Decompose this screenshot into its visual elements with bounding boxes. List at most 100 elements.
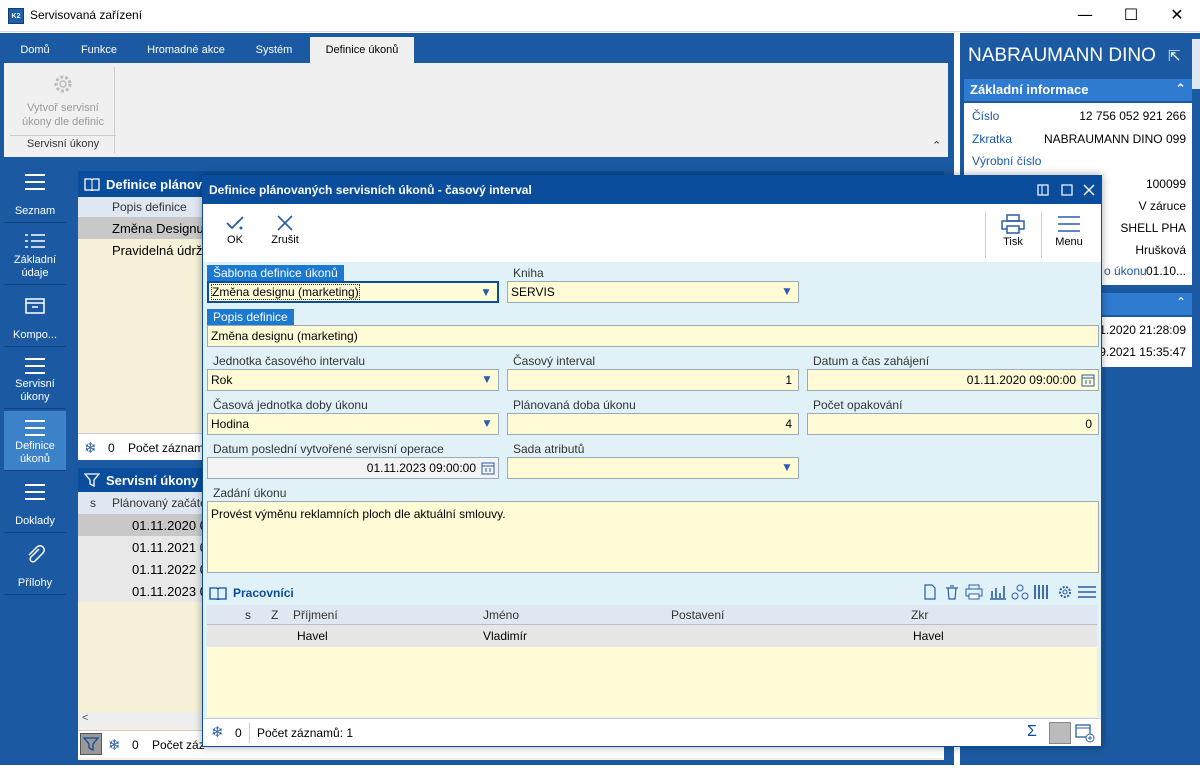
sum-icon[interactable]: Σ	[1027, 723, 1037, 741]
workers-title: Pracovníci	[233, 586, 294, 600]
list-icon	[25, 420, 45, 436]
start-datetime-input[interactable]: 01.11.2020 09:00:00	[807, 369, 1099, 391]
x-icon	[277, 215, 293, 231]
tab-system[interactable]: Systém	[240, 37, 308, 63]
duration-input[interactable]: 4	[507, 413, 799, 435]
sidebar-item-components[interactable]: Kompo...	[4, 287, 66, 347]
repeat-count-label: Počet opakování	[813, 398, 903, 412]
share-icon[interactable]: ⇱	[1168, 47, 1181, 65]
button-label-line2: úkony dle definic	[22, 116, 104, 128]
maximize-icon[interactable]	[1061, 184, 1073, 196]
window-add-icon[interactable]	[1075, 723, 1095, 743]
tab-task-definitions[interactable]: Definice úkonů	[310, 37, 414, 63]
calendar-icon[interactable]	[1081, 373, 1095, 387]
collapse-icon[interactable]: ⌃	[1176, 295, 1186, 309]
column-header[interactable]: Zkr	[911, 608, 928, 622]
columns-icon[interactable]	[1033, 584, 1051, 600]
trash-icon[interactable]	[945, 584, 959, 600]
sidebar-item-documents[interactable]: Doklady	[4, 473, 66, 533]
field-label: o úkonu	[1104, 264, 1147, 278]
duration-unit-value: Hodina	[211, 417, 250, 431]
book-select[interactable]: SERVIS ▼	[507, 281, 799, 303]
repeat-count-input[interactable]: 0	[807, 413, 1099, 435]
scroll-left-icon[interactable]: <	[82, 712, 88, 724]
duration-unit-label: Časová jednotka doby úkonu	[213, 398, 368, 412]
interval-unit-value: Rok	[211, 373, 233, 387]
column-header[interactable]: Jméno	[483, 608, 519, 622]
column-header[interactable]: Popis definice	[112, 200, 187, 214]
tab-home[interactable]: Domů	[4, 37, 66, 63]
snowflake-icon[interactable]: ❄	[108, 736, 121, 754]
column-header[interactable]: Příjmení	[293, 608, 338, 622]
sidebar-label: Kompo...	[12, 329, 58, 341]
vertical-scrollbar[interactable]	[1192, 39, 1200, 89]
column-header[interactable]: s	[90, 496, 96, 510]
list-icon	[25, 174, 45, 190]
collapse-icon[interactable]: ⌃	[1175, 79, 1186, 101]
box-icon	[25, 298, 45, 314]
dropdown-icon[interactable]: ▼	[480, 373, 494, 387]
interval-unit-select[interactable]: Rok ▼	[207, 369, 499, 391]
hamburger-icon[interactable]	[1077, 584, 1097, 600]
column-header[interactable]: s	[245, 608, 251, 622]
table-row[interactable]: Havel Vladimír Havel	[207, 625, 1097, 647]
dropdown-icon[interactable]: ▼	[480, 417, 494, 431]
task-assignment-textarea[interactable]: Provést výměnu reklamních ploch dle aktu…	[207, 501, 1099, 573]
paperclip-icon	[28, 545, 45, 563]
menu-button[interactable]: Menu	[1047, 204, 1091, 262]
maximize-icon[interactable]: ☐	[1108, 0, 1154, 32]
ok-button[interactable]: OK	[217, 204, 253, 262]
column-header[interactable]: Postavení	[671, 608, 724, 622]
cancel-button[interactable]: Zrušit	[265, 204, 305, 262]
cancel-label: Zrušit	[271, 234, 299, 246]
book-value: SERVIS	[511, 285, 555, 299]
sidebar-item-list[interactable]: Seznam	[4, 163, 66, 223]
filter-toggle-icon[interactable]	[80, 733, 102, 755]
column-header[interactable]: Plánovaný začátek	[112, 496, 213, 510]
create-service-tasks-button[interactable]: Vytvoř servisní úkony dle definic	[10, 69, 116, 143]
interval-input[interactable]: 1	[507, 369, 799, 391]
snowflake-icon[interactable]: ❄	[84, 439, 97, 457]
records-label: Počet záznam	[128, 441, 205, 455]
list-icon	[25, 484, 45, 500]
close-icon[interactable]	[1083, 184, 1095, 196]
tab-functions[interactable]: Funkce	[66, 37, 132, 63]
dropdown-icon[interactable]: ▼	[780, 461, 794, 475]
printer-icon[interactable]	[965, 584, 983, 600]
template-label: Šablona definice úkonů	[207, 265, 344, 281]
sidebar-item-task-definitions[interactable]: Definice úkonů	[4, 411, 66, 471]
workers-grid-body: Havel Vladimír Havel	[207, 625, 1097, 717]
close-icon[interactable]: ✕	[1154, 0, 1200, 32]
column-header[interactable]: Z	[271, 608, 278, 622]
template-select[interactable]: Změna designu (marketing) ▼	[207, 281, 499, 303]
new-document-icon[interactable]	[923, 584, 937, 600]
records-label: Počet záznamů: 1	[257, 726, 354, 740]
sidebar-item-service-tasks[interactable]: Servisní úkony	[4, 349, 66, 409]
sidebar-item-attachments[interactable]: Přílohy	[4, 535, 66, 595]
print-button[interactable]: Tisk	[991, 204, 1035, 262]
field-value: SHELL PHA	[1120, 221, 1186, 235]
ok-label: OK	[227, 234, 243, 246]
field-label: Zkratka	[972, 132, 1013, 146]
definition-dialog: Definice plánovaných servisních úkonů - …	[202, 175, 1102, 747]
edit-toggle-icon[interactable]	[1049, 722, 1071, 744]
attribute-set-select[interactable]: ▼	[507, 457, 799, 479]
section-header[interactable]: Základní informace ⌃	[964, 79, 1192, 101]
dropdown-icon[interactable]: ▼	[479, 286, 493, 300]
sidebar-item-basic-info[interactable]: Základní údaje	[4, 225, 66, 285]
duration-unit-select[interactable]: Hodina ▼	[207, 413, 499, 435]
task-assignment-value: Provést výměnu reklamních ploch dle aktu…	[211, 507, 506, 521]
field-value: 01.10...	[1145, 264, 1186, 278]
hierarchy-icon[interactable]	[1011, 584, 1029, 600]
last-operation-label: Datum poslední vytvořené servisní operac…	[213, 442, 444, 456]
snowflake-icon[interactable]: ❄	[211, 723, 224, 741]
collapse-ribbon-icon[interactable]: ⌃	[932, 139, 941, 152]
restore-icon[interactable]	[1037, 184, 1049, 196]
chart-icon[interactable]	[989, 584, 1007, 600]
tab-bulk-actions[interactable]: Hromadné akce	[132, 37, 240, 63]
field-value: 100099	[1145, 177, 1186, 191]
dropdown-icon[interactable]: ▼	[780, 285, 794, 299]
minimize-icon[interactable]: —	[1062, 0, 1108, 32]
description-input[interactable]: Změna designu (marketing)	[207, 325, 1099, 347]
gear-icon[interactable]	[1057, 584, 1073, 600]
